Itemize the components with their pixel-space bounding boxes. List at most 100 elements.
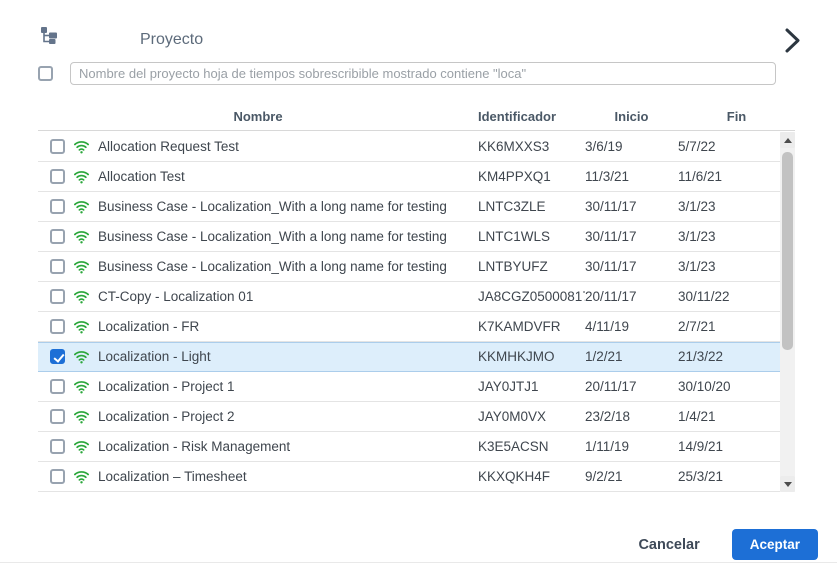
cancel-button[interactable]: Cancelar (638, 537, 699, 553)
select-all-checkbox[interactable] (38, 66, 53, 81)
project-id: LNTC3ZLE (478, 199, 585, 214)
wifi-icon (73, 288, 90, 305)
project-name-cell: Business Case - Localization_With a long… (38, 228, 478, 245)
table-row[interactable]: Allocation Test KM4PPXQ1 11/3/21 11/6/21 (38, 162, 780, 192)
project-end-date: 3/1/23 (678, 259, 780, 274)
project-name-cell: Business Case - Localization_With a long… (38, 198, 478, 215)
accept-button[interactable]: Aceptar (732, 529, 818, 560)
project-name: Localization - Light (98, 349, 211, 364)
table-row[interactable]: Business Case - Localization_With a long… (38, 222, 780, 252)
project-name-cell: Localization – Timesheet (38, 468, 478, 485)
project-name-cell: CT-Copy - Localization 01 (38, 288, 478, 305)
project-end-date: 3/1/23 (678, 229, 780, 244)
project-id: LNTBYUFZ (478, 259, 585, 274)
row-checkbox[interactable] (50, 409, 65, 424)
project-name: CT-Copy - Localization 01 (98, 289, 253, 304)
table-row[interactable]: Localization - Project 2 JAY0M0VX 23/2/1… (38, 402, 780, 432)
project-name: Localization - Project 2 (98, 409, 235, 424)
row-checkbox[interactable] (50, 289, 65, 304)
wifi-icon (73, 468, 90, 485)
row-checkbox[interactable] (50, 439, 65, 454)
wifi-icon (73, 198, 90, 215)
hierarchy-icon (40, 26, 59, 45)
project-start-date: 11/3/21 (585, 169, 678, 184)
project-name: Localization - Project 1 (98, 379, 235, 394)
table-row[interactable]: Localization - Project 1 JAY0JTJ1 20/11/… (38, 372, 780, 402)
project-name: Business Case - Localization_With a long… (98, 259, 447, 274)
project-start-date: 4/11/19 (585, 319, 678, 334)
project-name-cell: Allocation Test (38, 168, 478, 185)
project-end-date: 3/1/23 (678, 199, 780, 214)
project-start-date: 20/11/17 (585, 289, 678, 304)
project-id: KKXQKH4F (478, 469, 585, 484)
row-checkbox[interactable] (50, 469, 65, 484)
project-id: JAY0M0VX (478, 409, 585, 424)
project-id: KM4PPXQ1 (478, 169, 585, 184)
project-name: Business Case - Localization_With a long… (98, 229, 447, 244)
scrollbar-thumb[interactable] (782, 152, 793, 350)
project-start-date: 30/11/17 (585, 199, 678, 214)
scrollbar[interactable] (780, 132, 795, 492)
project-picker-dialog: Proyecto Nombre Identificador Inicio Fin… (0, 0, 837, 569)
dialog-footer: Cancelar Aceptar (638, 529, 818, 560)
scroll-up-button[interactable] (780, 132, 795, 148)
project-start-date: 20/11/17 (585, 379, 678, 394)
column-header-fin: Fin (678, 109, 795, 124)
triangle-up-icon (784, 138, 792, 143)
row-checkbox[interactable] (50, 259, 65, 274)
wifi-icon (73, 228, 90, 245)
project-end-date: 2/7/21 (678, 319, 780, 334)
project-id: JA8CGZ050008171… (478, 289, 585, 304)
table-header: Nombre Identificador Inicio Fin (38, 103, 795, 131)
project-name: Business Case - Localization_With a long… (98, 199, 447, 214)
project-end-date: 30/10/20 (678, 379, 780, 394)
project-name-cell: Localization - Project 1 (38, 378, 478, 395)
project-end-date: 14/9/21 (678, 439, 780, 454)
chevron-right-icon[interactable] (781, 27, 803, 54)
project-start-date: 9/2/21 (585, 469, 678, 484)
wifi-icon (73, 438, 90, 455)
project-id: KK6MXXS3 (478, 139, 585, 154)
project-start-date: 1/11/19 (585, 439, 678, 454)
project-end-date: 1/4/21 (678, 409, 780, 424)
wifi-icon (73, 168, 90, 185)
project-name: Allocation Request Test (98, 139, 239, 154)
project-name-cell: Localization - Risk Management (38, 438, 478, 455)
row-checkbox[interactable] (50, 199, 65, 214)
table-body: Allocation Request Test KK6MXXS3 3/6/19 … (38, 132, 780, 492)
table-row[interactable]: Localization - Risk Management K3E5ACSN … (38, 432, 780, 462)
project-name: Localization - FR (98, 319, 199, 334)
project-end-date: 5/7/22 (678, 139, 780, 154)
wifi-icon (73, 408, 90, 425)
table-row[interactable]: Business Case - Localization_With a long… (38, 192, 780, 222)
project-start-date: 1/2/21 (585, 349, 678, 364)
project-id: JAY0JTJ1 (478, 379, 585, 394)
row-checkbox[interactable] (50, 139, 65, 154)
project-id: K3E5ACSN (478, 439, 585, 454)
table-row[interactable]: CT-Copy - Localization 01 JA8CGZ05000817… (38, 282, 780, 312)
project-name-cell: Allocation Request Test (38, 138, 478, 155)
wifi-icon (73, 348, 90, 365)
row-checkbox[interactable] (50, 349, 65, 364)
project-filter-input[interactable] (70, 62, 776, 85)
wifi-icon (73, 258, 90, 275)
table-row[interactable]: Localization – Timesheet KKXQKH4F 9/2/21… (38, 462, 780, 492)
project-end-date: 21/3/22 (678, 349, 780, 364)
project-name: Localization – Timesheet (98, 469, 247, 484)
row-checkbox[interactable] (50, 169, 65, 184)
row-checkbox[interactable] (50, 229, 65, 244)
project-name-cell: Localization - Light (38, 348, 478, 365)
column-header-identificador: Identificador (478, 109, 585, 124)
table-row[interactable]: Allocation Request Test KK6MXXS3 3/6/19 … (38, 132, 780, 162)
project-start-date: 3/6/19 (585, 139, 678, 154)
table-row[interactable]: Business Case - Localization_With a long… (38, 252, 780, 282)
project-start-date: 23/2/18 (585, 409, 678, 424)
scroll-down-button[interactable] (780, 476, 795, 492)
table-row[interactable]: Localization - FR K7KAMDVFR 4/11/19 2/7/… (38, 312, 780, 342)
row-checkbox[interactable] (50, 379, 65, 394)
project-name-cell: Localization - FR (38, 318, 478, 335)
project-end-date: 30/11/22 (678, 289, 780, 304)
row-checkbox[interactable] (50, 319, 65, 334)
table-row[interactable]: Localization - Light KKMHKJMO 1/2/21 21/… (38, 342, 780, 372)
wifi-icon (73, 138, 90, 155)
